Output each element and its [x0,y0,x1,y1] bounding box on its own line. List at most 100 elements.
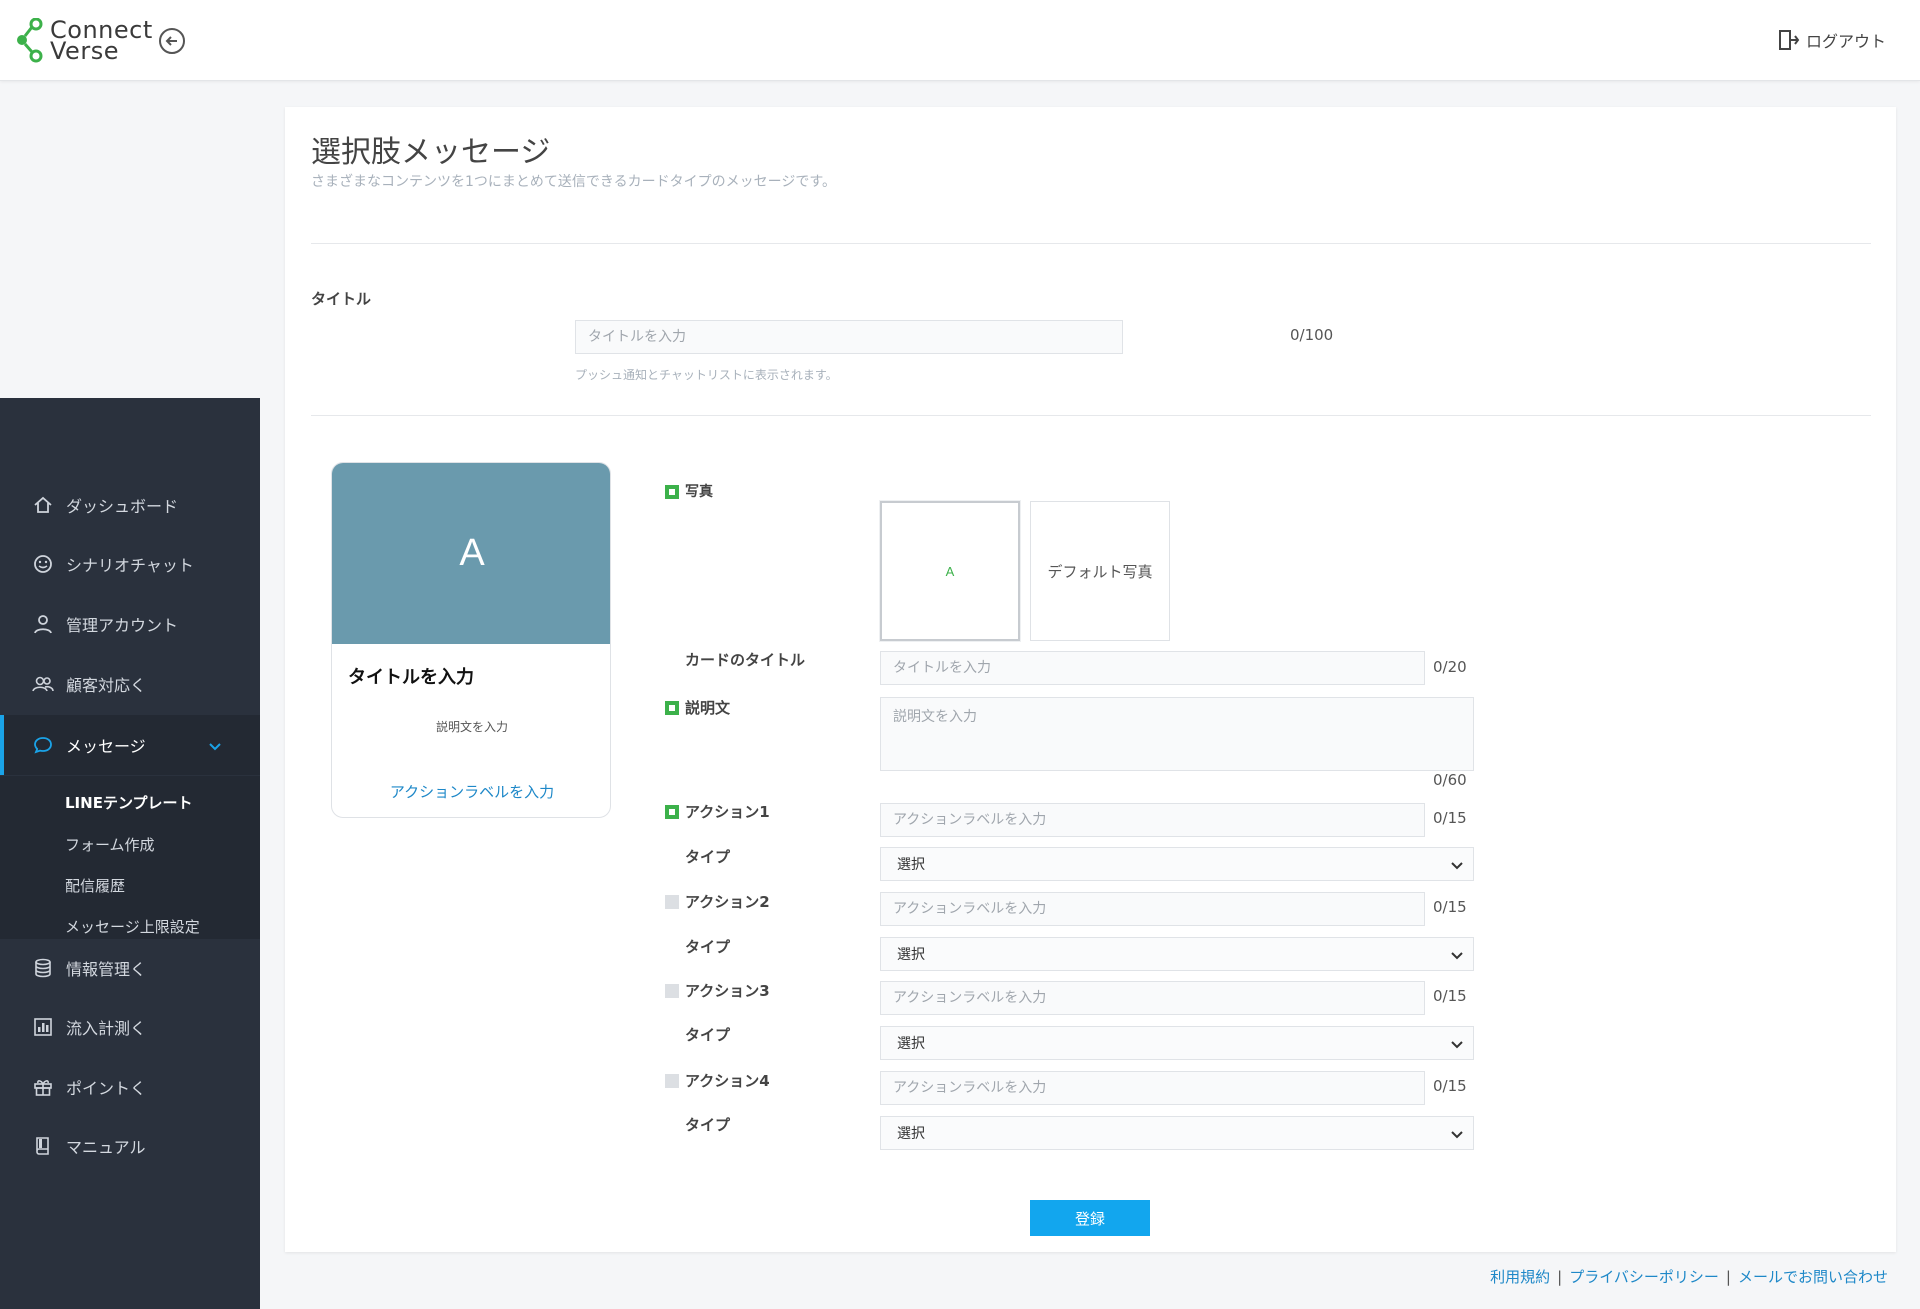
sidebar-item-label: シナリオチャット [66,556,194,575]
chart-icon [32,1016,54,1038]
card-title-counter: 0/20 [1433,658,1467,676]
sidebar-item-label: マニュアル [66,1138,146,1157]
divider [311,243,1871,244]
logo-line2: Verse [50,37,119,65]
photo-default-label: デフォルト写真 [1047,562,1153,581]
database-icon [32,957,54,979]
sidebar-item-label: ポイントく [66,1079,147,1098]
action2-checkbox[interactable] [665,895,679,909]
submenu-item-line-template[interactable]: LINEテンプレート [65,792,193,813]
preview-action-link[interactable]: アクションラベルを入力 [332,781,610,802]
action1-type-value: 選択 [897,857,925,873]
action4-type-label: タイプ [685,1116,731,1134]
photo-option-default[interactable]: デフォルト写真 [1030,501,1170,641]
main-card: 選択肢メッセージ さまざまなコンテンツを1つにまとめて送信できるカードタイプのメ… [285,107,1896,1252]
sidebar-item-label: 流入計測く [66,1019,147,1038]
submenu-item-form-create[interactable]: フォーム作成 [65,834,155,855]
sidebar-item-info-management[interactable]: 情報管理く [0,943,260,993]
title-label: タイトル [311,290,372,308]
separator: | [1725,1268,1731,1286]
sidebar: ダッシュボード シナリオチャット 管理アカウント 顧客対応く メッセージ LIN… [0,398,260,1309]
logout-label: ログアウト [1805,32,1886,51]
user-icon [32,613,54,635]
logout-icon [1778,29,1800,51]
photo-option-letter: A [945,563,955,579]
sidebar-item-scenario-chat[interactable]: シナリオチャット [0,539,260,589]
gift-icon [32,1076,54,1098]
action2-type-value: 選択 [897,947,925,963]
action3-type-select[interactable]: 選択 [880,1026,1474,1060]
back-arrow-icon[interactable] [159,28,185,54]
action2-counter: 0/15 [1433,898,1467,916]
sidebar-item-points[interactable]: ポイントく [0,1062,260,1112]
preview-title: タイトルを入力 [348,667,474,688]
action3-label: アクション3 [685,982,770,1000]
page-description: さまざまなコンテンツを1つにまとめて送信できるカードタイプのメッセージです。 [311,174,836,190]
sidebar-item-manual[interactable]: マニュアル [0,1121,260,1171]
submenu-item-delivery-history[interactable]: 配信履歴 [65,875,125,896]
photo-option-selected[interactable]: A [880,501,1020,641]
action4-input[interactable] [880,1071,1425,1105]
action1-checkbox[interactable] [665,805,679,819]
submit-button[interactable]: 登録 [1030,1200,1150,1236]
chevron-down-icon[interactable] [208,737,222,756]
sidebar-item-inflow-measurement[interactable]: 流入計測く [0,1002,260,1052]
footer-link-contact[interactable]: メールでお問い合わせ [1738,1268,1888,1286]
logo-icon [14,17,44,64]
logo[interactable]: Connect Verse [14,17,153,65]
chevron-down-icon [1451,1128,1463,1144]
sidebar-item-label: メッセージ [66,737,146,756]
action4-type-select[interactable]: 選択 [880,1116,1474,1150]
description-counter: 0/60 [1433,771,1467,789]
footer-link-terms[interactable]: 利用規約 [1490,1268,1550,1286]
action2-type-label: タイプ [685,938,731,956]
sidebar-item-label: ダッシュボード [66,497,179,516]
chevron-down-icon [1451,949,1463,965]
action4-checkbox[interactable] [665,1074,679,1088]
users-icon [32,673,54,695]
submenu-item-message-limit[interactable]: メッセージ上限設定 [65,916,200,937]
separator: | [1557,1268,1563,1286]
page-title: 選択肢メッセージ [311,135,551,170]
title-hint: プッシュ通知とチャットリストに表示されます。 [575,368,838,382]
title-counter: 0/100 [1290,326,1334,344]
card-title-input[interactable] [880,651,1425,685]
action3-checkbox[interactable] [665,984,679,998]
chat-bubble-icon [32,734,54,756]
preview-image-letter: A [459,532,485,574]
title-input[interactable] [575,320,1123,354]
action1-type-label: タイプ [685,848,731,866]
divider [311,415,1871,416]
sidebar-item-message[interactable]: メッセージ [0,715,260,775]
footer-links: 利用規約 | プライバシーポリシー | メールでお問い合わせ [1490,1266,1888,1287]
action1-input[interactable] [880,803,1425,837]
action1-type-select[interactable]: 選択 [880,847,1474,881]
sidebar-item-dashboard[interactable]: ダッシュボード [0,480,260,530]
action3-input[interactable] [880,981,1425,1015]
preview-image: A [332,463,610,644]
footer-link-privacy[interactable]: プライバシーポリシー [1569,1268,1719,1286]
action2-input[interactable] [880,892,1425,926]
chevron-down-icon [1451,1038,1463,1054]
description-label: 説明文 [685,699,731,717]
top-bar: Connect Verse ログアウト [0,0,1920,81]
photo-checkbox[interactable] [665,485,679,499]
card-preview: A タイトルを入力 説明文を入力 アクションラベルを入力 [331,462,611,818]
description-checkbox[interactable] [665,701,679,715]
logout-button[interactable]: ログアウト [1778,28,1886,52]
description-textarea[interactable] [880,697,1474,771]
chevron-down-icon [1451,859,1463,875]
logo-text: Connect Verse [50,18,153,65]
smile-icon [32,553,54,575]
action3-type-label: タイプ [685,1026,731,1044]
action2-label: アクション2 [685,893,770,911]
sidebar-item-admin-account[interactable]: 管理アカウント [0,599,260,649]
sidebar-item-customer-support[interactable]: 顧客対応く [0,659,260,709]
action1-counter: 0/15 [1433,809,1467,827]
action4-type-value: 選択 [897,1126,925,1142]
action3-type-value: 選択 [897,1036,925,1052]
home-icon [32,494,54,516]
action3-counter: 0/15 [1433,987,1467,1005]
action2-type-select[interactable]: 選択 [880,937,1474,971]
action4-counter: 0/15 [1433,1077,1467,1095]
